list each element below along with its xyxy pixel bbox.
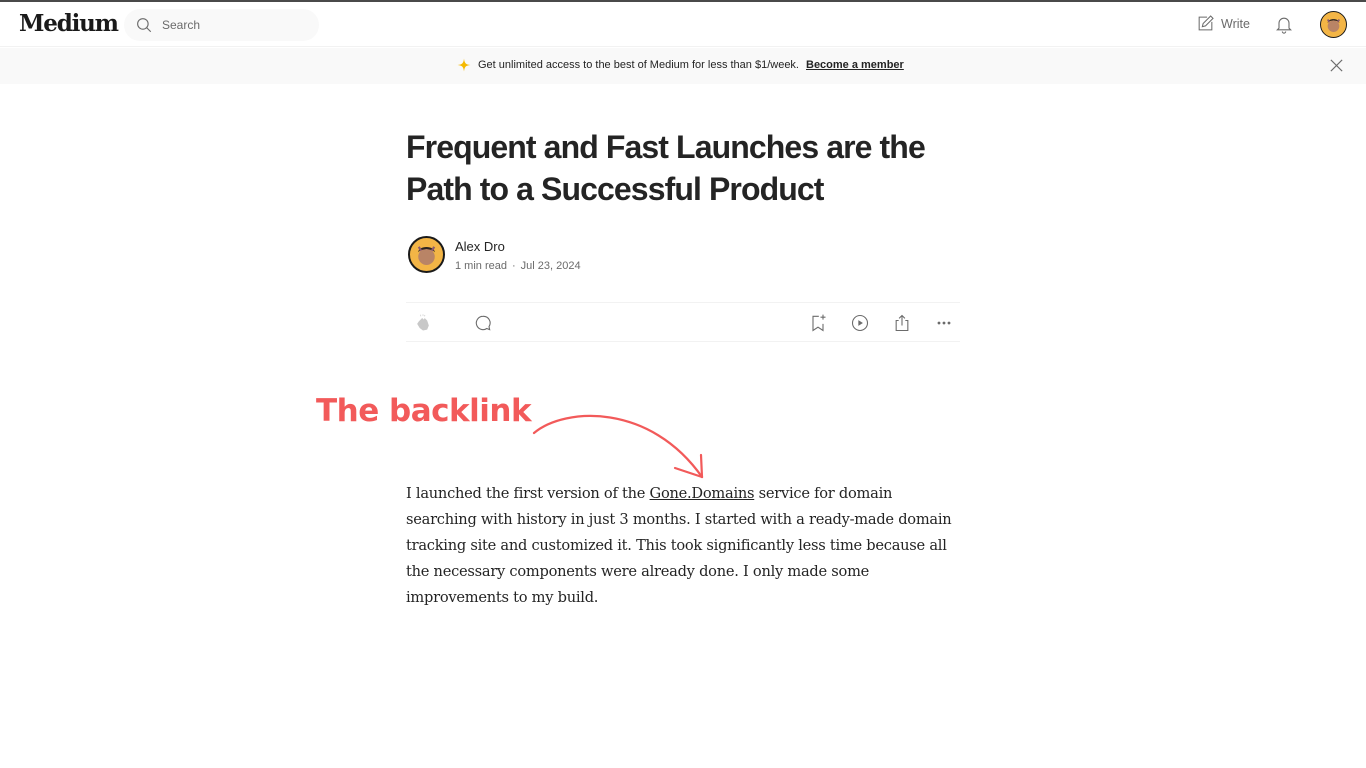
play-icon[interactable] [850,313,870,333]
body-text-before-link: I launched the first version of the [406,485,650,502]
sparkle-icon [457,58,471,72]
profile-face-icon [1326,19,1341,32]
article-meta: 1 min read · Jul 23, 2024 [455,260,581,272]
comment-icon[interactable] [473,313,493,333]
read-time: 1 min read [455,260,507,272]
become-member-link[interactable]: Become a member [806,59,904,71]
more-icon[interactable] [934,313,954,333]
publish-date: Jul 23, 2024 [520,260,581,272]
share-icon[interactable] [892,313,912,333]
author-face-icon [417,246,436,265]
article-action-bar [406,302,960,342]
body-text-after-link: service for domain searching with histor… [406,485,952,606]
banner-text: Get unlimited access to the best of Medi… [478,59,799,71]
bell-icon[interactable] [1274,14,1294,34]
bookmark-add-icon[interactable] [808,313,828,333]
author-avatar[interactable] [408,236,445,273]
author-name[interactable]: Alex Dro [455,239,505,254]
annotation-arrow-icon [532,414,704,479]
write-label: Write [1221,16,1250,31]
write-button[interactable]: Write [1196,14,1250,33]
article-body-paragraph: I launched the first version of the Gone… [406,481,966,611]
edit-icon [1198,15,1214,31]
membership-banner: Get unlimited access to the best of Medi… [0,48,1366,84]
top-navbar: Medium Write [0,2,1366,47]
banner-content: Get unlimited access to the best of Medi… [457,58,904,72]
gone-domains-backlink[interactable]: Gone.Domains [650,485,755,502]
search-icon [137,18,152,33]
backlink-annotation-label: The backlink [316,393,532,429]
search-box[interactable] [124,9,319,41]
avatar[interactable] [1320,11,1347,38]
article-title: Frequent and Fast Launches are the Path … [406,129,926,207]
close-icon[interactable] [1329,58,1344,73]
meta-separator: · [511,260,516,272]
search-input[interactable] [162,9,312,41]
clap-icon[interactable] [413,313,433,333]
medium-logo[interactable]: Medium [19,10,119,37]
